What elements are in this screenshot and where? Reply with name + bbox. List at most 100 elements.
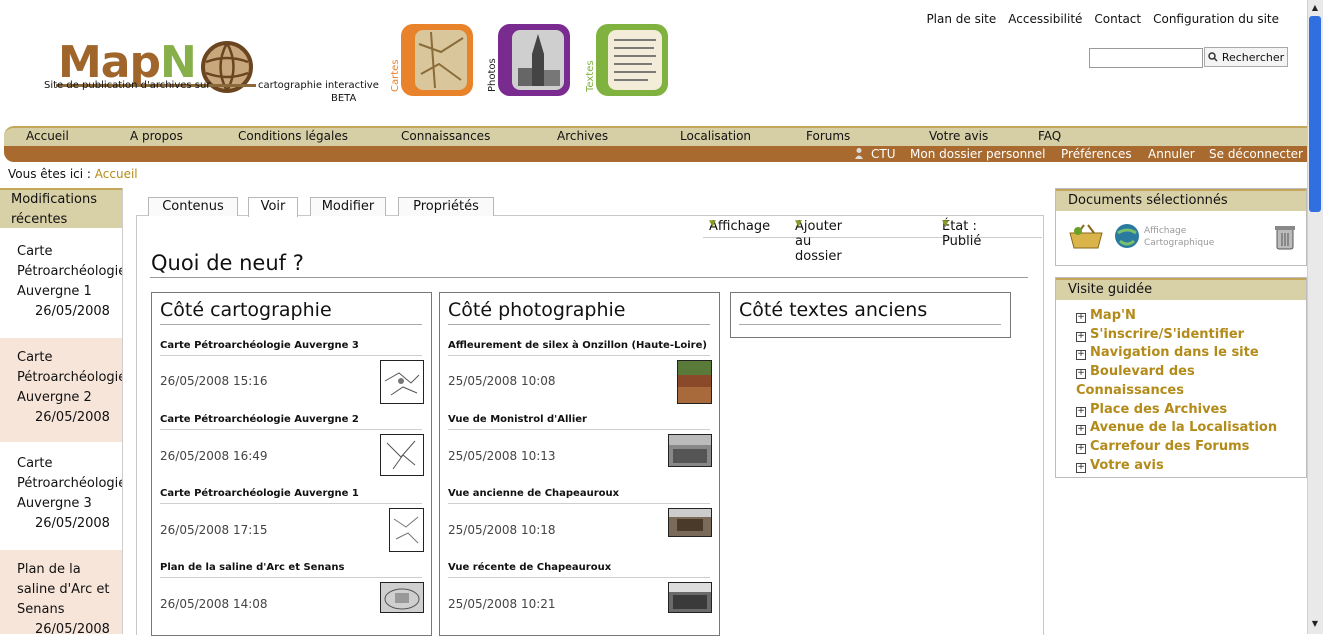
tab-modifier[interactable]: Modifier: [310, 197, 386, 216]
page-title: Quoi de neuf ?: [151, 251, 304, 275]
entry-date: 25/05/2008 10:21: [448, 597, 556, 611]
basket-icon[interactable]: [1068, 223, 1104, 249]
my-folder-link[interactable]: Mon dossier personnel: [910, 147, 1046, 161]
tour-item-boulevard[interactable]: + Boulevard des: [1076, 364, 1195, 379]
search-button-label: Rechercher: [1221, 50, 1285, 64]
nav-forums[interactable]: Forums: [806, 129, 850, 143]
cartes-tile[interactable]: [401, 24, 473, 96]
recent-item[interactable]: Carte Pétroarchéologie Auvergne 2 26/05/…: [0, 338, 122, 442]
user-actions-bar: CTU Mon dossier personnel Préférences An…: [4, 146, 1308, 162]
content-actions-bar: Affichage ▼ Ajouter au dossier ▼ État : …: [703, 215, 1042, 264]
photo-icon: [669, 509, 711, 531]
nav-conditions-legales[interactable]: Conditions légales: [238, 129, 348, 143]
entry-thumbnail[interactable]: [677, 360, 712, 404]
tour-item-mapn[interactable]: + Map'N: [1076, 308, 1136, 323]
entry-title-link[interactable]: Carte Pétroarchéologie Auvergne 1: [160, 488, 359, 499]
tour-item-signin[interactable]: + S'inscrire/S'identifier: [1076, 327, 1244, 342]
textes-label: Textes: [585, 60, 596, 92]
trash-icon[interactable]: [1274, 223, 1296, 251]
search-icon: [1208, 52, 1218, 62]
scrollbar-thumb[interactable]: [1309, 16, 1321, 212]
display-map-label: Affichage: [1144, 226, 1187, 236]
tour-item-label: Map'N: [1090, 308, 1136, 323]
entry-date: 26/05/2008 14:08: [160, 597, 268, 611]
entry-title-link[interactable]: Plan de la saline d'Arc et Senans: [160, 562, 344, 573]
entry-title-link[interactable]: Vue de Monistrol d'Allier: [448, 414, 587, 425]
entry-thumbnail[interactable]: [389, 508, 424, 552]
textes-tile[interactable]: [596, 24, 668, 96]
entry-thumbnail[interactable]: [668, 508, 712, 537]
recent-changes-portlet: Modifications récentes Carte Pétroarchéo…: [0, 188, 123, 634]
accessibility-link[interactable]: Accessibilité: [1008, 12, 1082, 26]
tour-item-label: S'inscrire/S'identifier: [1090, 327, 1245, 342]
tour-item-boulevard-continued[interactable]: Connaissances: [1076, 383, 1184, 398]
search-button[interactable]: Rechercher: [1204, 47, 1288, 67]
nav-connaissances[interactable]: Connaissances: [401, 129, 490, 143]
column-title: Côté textes anciens: [739, 299, 928, 321]
chevron-down-icon: ▼: [709, 219, 716, 229]
tour-item-forums[interactable]: + Carrefour des Forums: [1076, 439, 1249, 454]
logout-link[interactable]: Se déconnecter: [1209, 147, 1303, 161]
recent-item[interactable]: Carte Pétroarchéologie Auvergne 3 26/05/…: [0, 454, 122, 538]
entry-title-link[interactable]: Vue récente de Chapeauroux: [448, 562, 611, 573]
expand-icon: +: [1076, 331, 1086, 342]
globe-display-icon[interactable]: [1114, 223, 1140, 249]
nav-a-propos[interactable]: A propos: [130, 129, 183, 143]
tour-item-votre-avis[interactable]: + Votre avis: [1076, 458, 1164, 473]
photos-tile[interactable]: [498, 24, 570, 96]
recent-item-line: Senans: [17, 602, 65, 617]
tab-proprietes[interactable]: Propriétés: [398, 197, 494, 216]
recent-item-line: saline d'Arc et: [17, 582, 110, 597]
tour-item-archives[interactable]: + Place des Archives: [1076, 402, 1227, 417]
nav-localisation[interactable]: Localisation: [680, 129, 751, 143]
scroll-up-icon[interactable]: ▲: [1309, 2, 1321, 14]
entry-thumbnail[interactable]: [380, 434, 424, 476]
site-actions: Plan de site Accessibilité Contact Confi…: [926, 12, 1279, 26]
guided-tour-portlet: Visite guidée + Map'N + S'inscrire/S'ident…: [1055, 277, 1307, 478]
entry-title-link[interactable]: Affleurement de silex à Onzillon (Haute-…: [448, 340, 707, 351]
map-sketch-icon: [386, 440, 416, 470]
display-menu-label: Affichage: [709, 219, 771, 234]
entry-title-link[interactable]: Carte Pétroarchéologie Auvergne 3: [160, 340, 359, 351]
sitemap-link[interactable]: Plan de site: [926, 12, 996, 26]
recent-item-line: Pétroarchéologie: [17, 264, 123, 279]
tour-item-localisation[interactable]: + Avenue de la Localisation: [1076, 420, 1277, 435]
entry-thumbnail[interactable]: [668, 434, 712, 467]
recent-item-date: 26/05/2008: [35, 622, 110, 634]
recent-item-line: Carte: [17, 456, 53, 471]
entry-date: 25/05/2008 10:13: [448, 449, 556, 463]
tour-item-navigation[interactable]: + Navigation dans le site: [1076, 345, 1259, 360]
entry-thumbnail[interactable]: [668, 582, 712, 613]
recent-item-date: 26/05/2008: [35, 304, 110, 319]
site-setup-link[interactable]: Configuration du site: [1153, 12, 1279, 26]
map-thumbnail-icon: [415, 30, 467, 90]
recent-item[interactable]: Plan de la saline d'Arc et Senans 26/05/…: [0, 550, 122, 634]
tab-contenus[interactable]: Contenus: [148, 197, 238, 216]
photos-label: Photos: [487, 58, 498, 92]
preferences-link[interactable]: Préférences: [1061, 147, 1132, 161]
entry-divider: [160, 577, 422, 578]
entry-title-link[interactable]: Carte Pétroarchéologie Auvergne 2: [160, 414, 359, 425]
recent-item[interactable]: Carte Pétroarchéologie Auvergne 1 26/05/…: [0, 242, 122, 326]
nav-votre-avis[interactable]: Votre avis: [929, 129, 988, 143]
chevron-down-icon: ▼: [942, 219, 949, 229]
logo-tagline-right: cartographie interactive: [258, 80, 379, 91]
nav-archives[interactable]: Archives: [557, 129, 608, 143]
entry-thumbnail[interactable]: [380, 360, 424, 404]
cancel-link[interactable]: Annuler: [1148, 147, 1195, 161]
expand-icon: +: [1076, 406, 1086, 417]
column-title: Côté cartographie: [160, 299, 332, 321]
nav-faq[interactable]: FAQ: [1038, 129, 1061, 143]
entry-thumbnail[interactable]: [380, 582, 424, 613]
tab-voir[interactable]: Voir: [248, 197, 298, 217]
user-name[interactable]: CTU: [871, 147, 896, 161]
nav-accueil[interactable]: Accueil: [26, 129, 69, 143]
main-navigation: Accueil A propos Conditions légales Conn…: [4, 126, 1308, 148]
entry-divider: [448, 503, 710, 504]
scroll-down-icon[interactable]: ▼: [1309, 618, 1321, 630]
entry-title-link[interactable]: Vue ancienne de Chapeauroux: [448, 488, 619, 499]
display-map-link[interactable]: Affichage Cartographique: [1144, 225, 1214, 249]
breadcrumb-home[interactable]: Accueil: [95, 167, 138, 181]
contact-link[interactable]: Contact: [1094, 12, 1141, 26]
search-input[interactable]: [1089, 48, 1203, 68]
